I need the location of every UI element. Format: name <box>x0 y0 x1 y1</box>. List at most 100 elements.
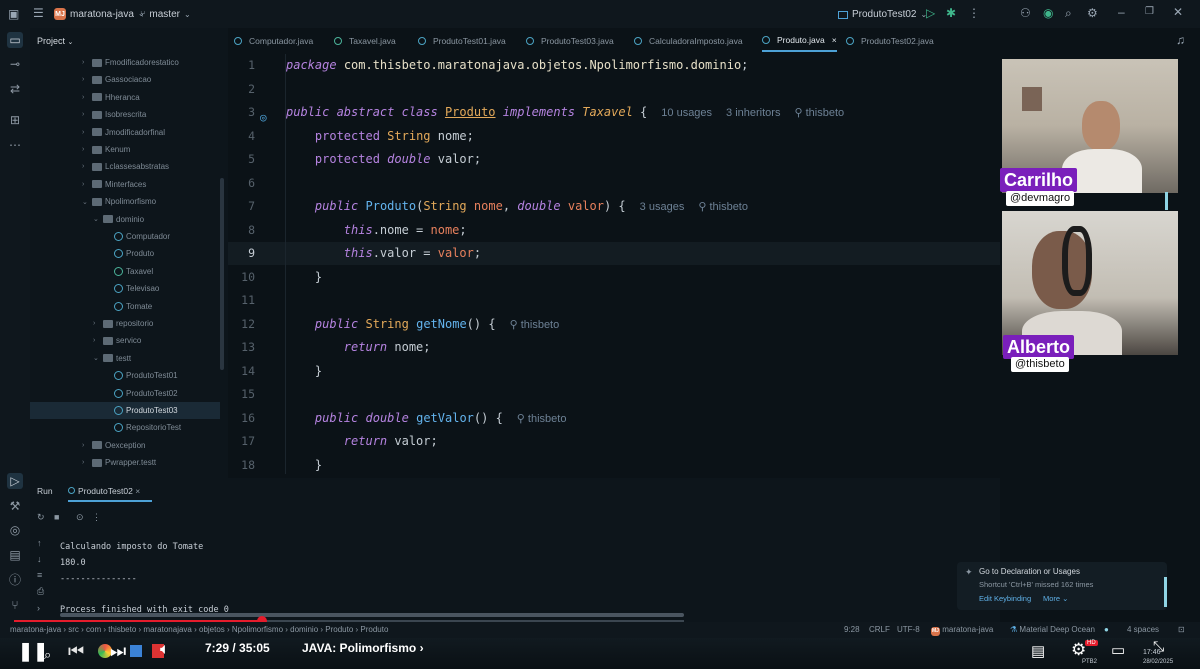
print-icon[interactable]: ⎙ <box>37 586 44 597</box>
volume-icon[interactable]: 🔈︎ <box>160 641 170 659</box>
tree-file[interactable]: Produto <box>104 245 154 262</box>
soft-wrap-icon[interactable]: ≡ <box>37 570 42 580</box>
tree-scrollbar[interactable] <box>220 178 224 370</box>
tree-folder[interactable]: › Pwrapper.testt <box>82 454 156 471</box>
breadcrumb-item[interactable]: maratonajava <box>143 625 191 634</box>
add-user-icon[interactable]: ⚇ <box>1020 7 1031 19</box>
chevron-right-icon[interactable]: › <box>82 181 92 188</box>
more-actions-icon[interactable]: ⋮ <box>968 7 980 19</box>
tree-folder[interactable]: › Kenum <box>82 141 130 158</box>
horizontal-scrollbar[interactable] <box>60 613 684 617</box>
tree-folder[interactable]: › Lclassesabstratas <box>82 158 169 175</box>
author-hint[interactable]: ⚲ thisbeto <box>794 107 844 119</box>
run-button[interactable]: ▷ <box>926 7 935 19</box>
tab-close-icon[interactable]: × <box>832 35 837 45</box>
next-icon[interactable]: ⏭ <box>110 641 126 662</box>
breadcrumb-item[interactable]: src <box>68 625 79 634</box>
run-tool-icon[interactable]: ▷ <box>7 473 23 489</box>
code-editor[interactable]: 1 package com.thisbeto.maratonajava.objet… <box>228 54 1000 478</box>
tree-folder[interactable]: › Fmodificadorestatico <box>82 54 179 71</box>
expand-icon[interactable]: › <box>37 603 40 613</box>
theme-status[interactable]: ⚗ Material Deep Ocean <box>1010 625 1095 634</box>
tree-file[interactable]: Televisao <box>104 280 159 297</box>
more-icon[interactable]: ⋮ <box>92 512 101 523</box>
breadcrumb-item[interactable]: Produto <box>360 625 388 634</box>
breadcrumb-item[interactable]: thisbeto <box>108 625 136 634</box>
editor-tab[interactable]: CalculadoraImposto.java <box>634 30 743 52</box>
fullscreen-icon[interactable]: ⤡ <box>1153 638 1164 655</box>
breadcrumb-item[interactable]: objetos <box>199 625 225 634</box>
run-config-selector[interactable]: ProdutoTest02 ⌄ <box>838 9 927 20</box>
more-link[interactable]: More ⌄ <box>1043 594 1068 603</box>
chevron-right-icon[interactable]: › <box>82 146 92 153</box>
editor-tab[interactable]: ProdutoTest01.java <box>418 30 506 52</box>
breadcrumb-item[interactable]: Produto <box>325 625 353 634</box>
project-tool-icon[interactable]: ▭ <box>7 32 23 48</box>
breadcrumb-item[interactable]: maratona-java <box>10 625 61 634</box>
chevron-down-icon[interactable]: ⌄ <box>82 198 92 206</box>
chevron-right-icon[interactable]: › <box>82 459 92 466</box>
lock-icon[interactable]: ⊡ <box>1178 625 1185 634</box>
tree-folder[interactable]: ⌄ dominio <box>93 211 144 228</box>
line-separator[interactable]: CRLF <box>869 625 890 634</box>
app-logo-icon[interactable]: ▣ <box>8 8 19 20</box>
pull-requests-icon[interactable]: ⇄ <box>7 81 23 97</box>
miniplayer-icon[interactable]: ▭ <box>1111 641 1125 659</box>
author-hint[interactable]: ⚲ thisbeto <box>698 201 748 213</box>
tree-folder[interactable]: › Hheranca <box>82 89 140 106</box>
editor-tab[interactable]: Taxavel.java <box>334 30 396 52</box>
chevron-right-icon[interactable]: › <box>82 111 92 118</box>
structure-icon[interactable]: ⊞ <box>7 112 23 128</box>
tree-file[interactable]: RepositorioTest <box>104 419 181 436</box>
tree-folder[interactable]: › servico <box>93 332 141 349</box>
tree-file[interactable]: Taxavel <box>104 263 153 280</box>
editor-tab[interactable]: Computador.java <box>234 30 313 52</box>
branch-selector[interactable]: ⑂ master ⌄ <box>140 9 191 20</box>
camera-icon[interactable]: ⊙ <box>76 512 84 523</box>
tree-folder[interactable]: › Jmodificadorfinal <box>82 124 165 141</box>
close-icon[interactable]: ✕ <box>1173 6 1183 18</box>
tree-file[interactable]: ProdutoTest03 <box>30 402 220 419</box>
terminal-tool-icon[interactable]: ▤ <box>7 547 23 563</box>
tree-folder[interactable]: › Gassociacao <box>82 71 151 88</box>
project-panel-title[interactable]: Project ⌄ <box>37 36 73 46</box>
editor-tab[interactable]: Produto.java × <box>762 30 837 52</box>
stop-icon[interactable]: ■ <box>54 512 59 522</box>
breadcrumb-item[interactable]: Npolimorfismo <box>232 625 283 634</box>
minimize-icon[interactable]: – <box>1118 6 1125 18</box>
chevron-right-icon[interactable]: › <box>82 442 92 449</box>
tree-folder[interactable]: › Oexception <box>82 437 145 454</box>
chevron-right-icon[interactable]: › <box>93 337 103 344</box>
rerun-icon[interactable]: ↻ <box>37 512 45 523</box>
author-hint[interactable]: ⚲ thisbeto <box>510 319 560 331</box>
notifications-bell-icon[interactable]: ♫ <box>1176 33 1185 47</box>
services-tool-icon[interactable]: ◎ <box>7 522 23 538</box>
problems-tool-icon[interactable]: ⓘ <box>7 572 23 588</box>
usages-hint[interactable]: 10 usages <box>661 107 712 119</box>
tree-folder[interactable]: ⌄ Npolimorfismo <box>82 193 156 210</box>
search-icon[interactable]: ⌕ <box>1065 7 1072 19</box>
debug-button[interactable]: ✱ <box>946 7 956 19</box>
tree-folder[interactable]: › repositorio <box>93 315 153 332</box>
more-tools-icon[interactable]: ⋯ <box>7 137 23 153</box>
chevron-right-icon[interactable]: › <box>82 163 92 170</box>
plugin-icon[interactable]: ◉ <box>1043 7 1053 19</box>
usages-hint[interactable]: 3 usages <box>640 201 685 213</box>
run-panel-title[interactable]: Run <box>37 486 53 496</box>
breadcrumb-item[interactable]: dominio <box>290 625 318 634</box>
breadcrumb-item[interactable]: com <box>86 625 101 634</box>
tree-file[interactable]: Computador <box>104 228 170 245</box>
tree-file[interactable]: ProdutoTest02 <box>104 385 178 402</box>
commit-tool-icon[interactable]: ⊸ <box>7 56 23 72</box>
indent-status[interactable]: 4 spaces <box>1127 625 1159 634</box>
chevron-down-icon[interactable]: ⌄ <box>93 354 103 362</box>
notification-popup[interactable]: ✦ Go to Declaration or Usages Shortcut '… <box>957 562 1167 610</box>
settings-gear-icon[interactable]: ⚙ <box>1087 7 1098 19</box>
run-config-tab[interactable]: ProdutoTest02 × <box>68 486 152 502</box>
chevron-right-icon[interactable]: › <box>82 76 92 83</box>
main-menu-icon[interactable]: ☰ <box>33 7 44 19</box>
tree-folder[interactable]: ⌄ testt <box>93 350 131 367</box>
tree-file[interactable]: Tomate <box>104 298 152 315</box>
search-taskbar-icon[interactable]: ⌕ <box>44 647 51 663</box>
previous-icon[interactable]: ⏮ <box>68 641 84 662</box>
